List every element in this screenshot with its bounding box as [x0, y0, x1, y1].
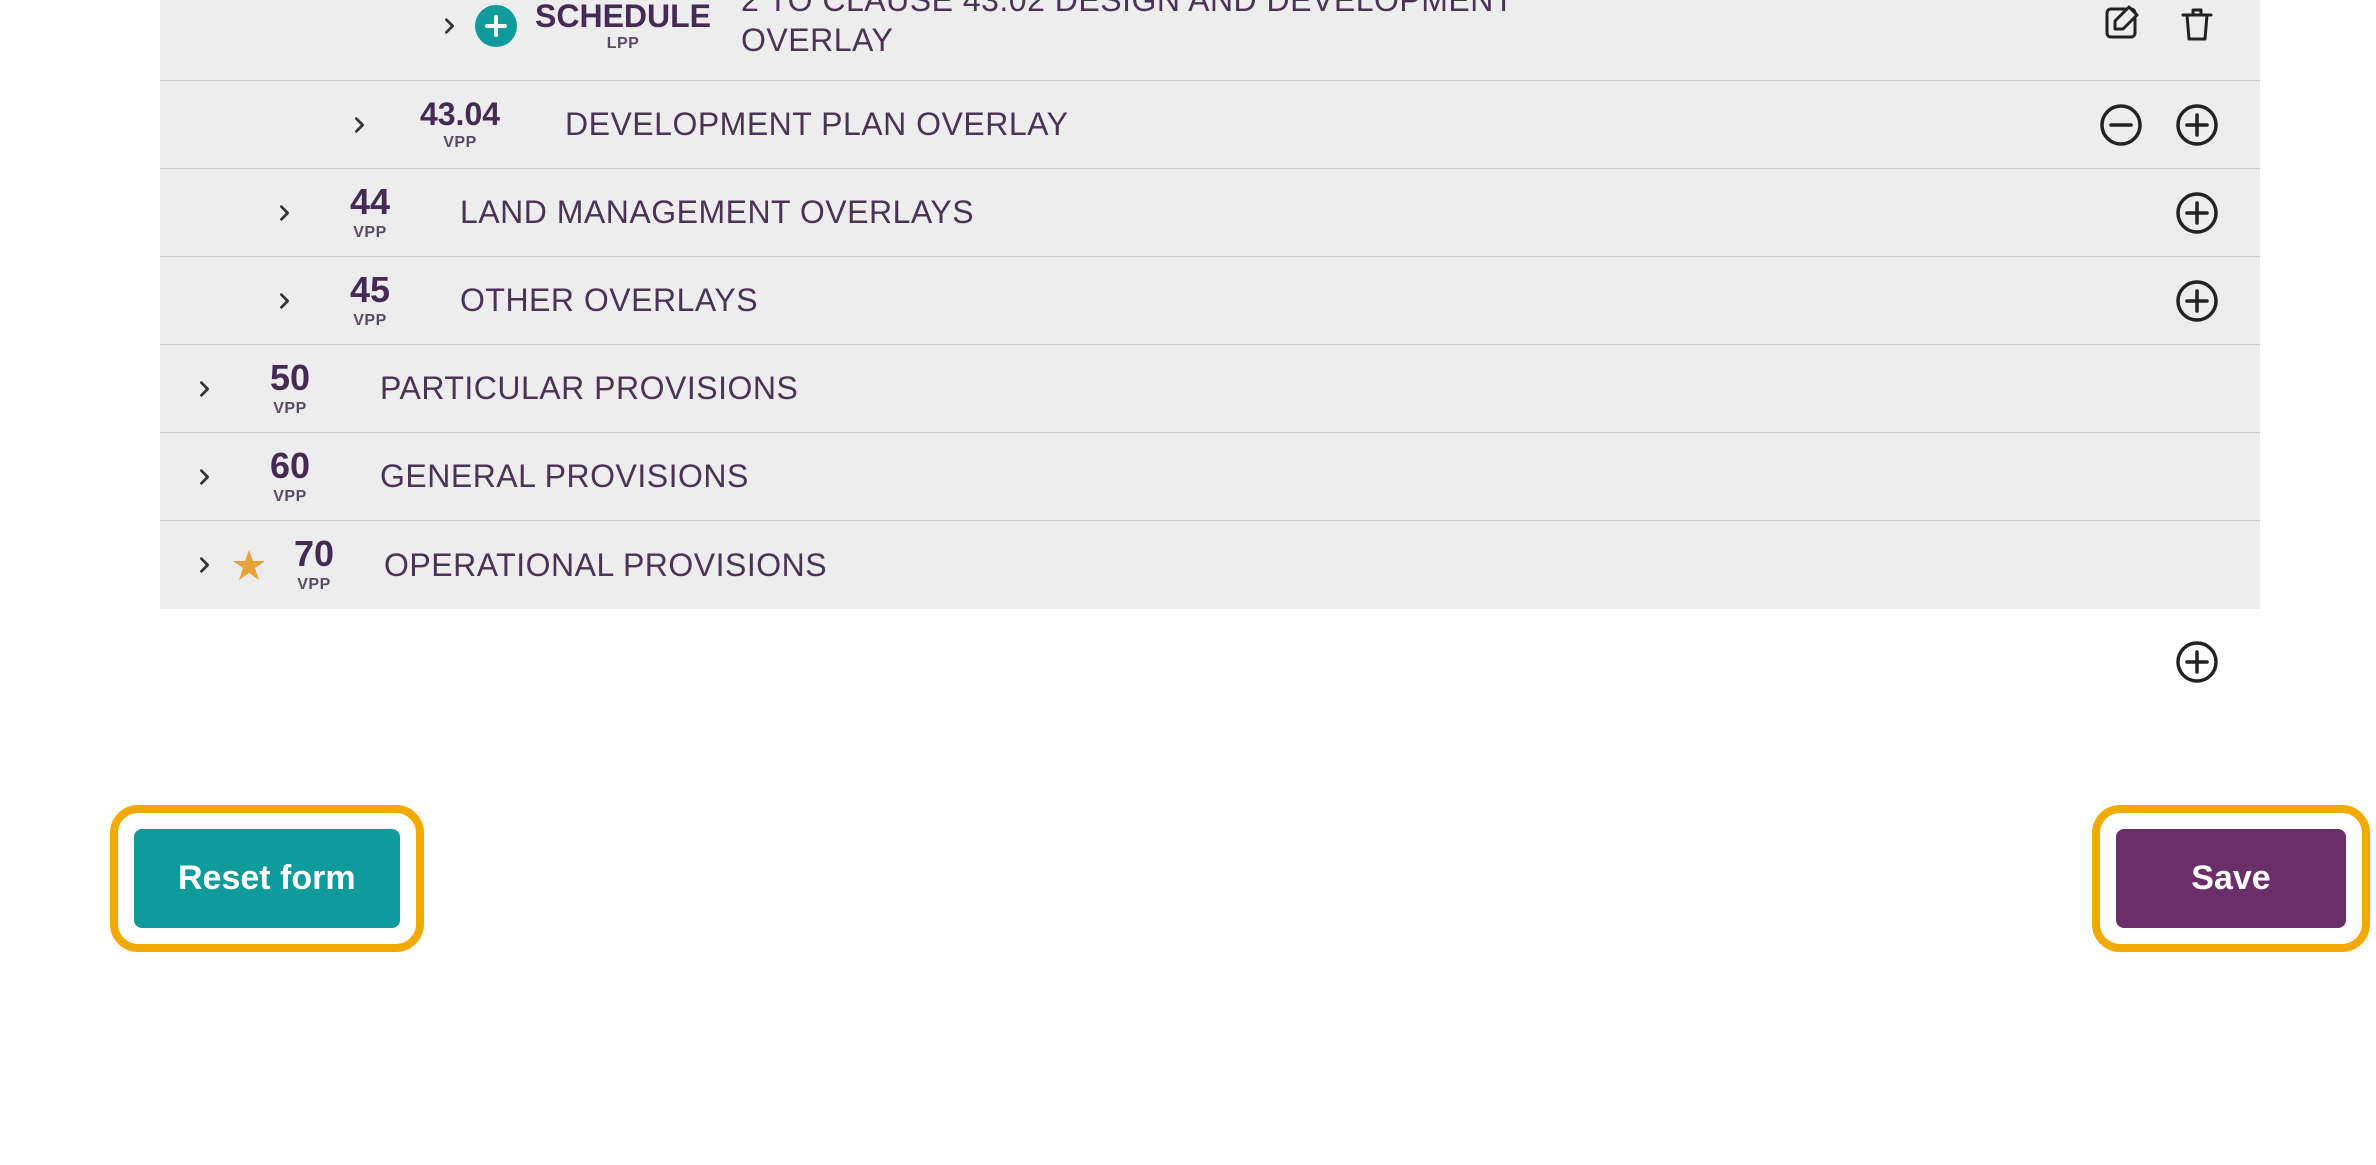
row-title: GENERAL PROVISIONS	[380, 458, 2220, 495]
expand-toggle[interactable]	[435, 11, 465, 41]
reset-form-button[interactable]: Reset form	[134, 829, 400, 928]
delete-icon[interactable]	[2174, 0, 2220, 46]
row-title: PARTICULAR PROVISIONS	[380, 370, 2220, 407]
expand-toggle[interactable]	[190, 374, 220, 404]
form-footer: Reset form Save	[110, 805, 2370, 1012]
expand-toggle[interactable]	[270, 286, 300, 316]
row-schedule-43-02-2: SCHEDULE LPP 2 TO CLAUSE 43.02 DESIGN AN…	[160, 0, 2260, 81]
clause-number: 45 VPP	[310, 272, 430, 330]
add-section-row	[160, 609, 2260, 685]
row-title: DEVELOPMENT PLAN OVERLAY	[565, 106, 2098, 143]
row-title: LAND MANAGEMENT OVERLAYS	[460, 194, 2174, 231]
add-section-icon[interactable]	[2174, 639, 2220, 685]
schedule-label: SCHEDULE LPP	[535, 0, 711, 52]
row-45: 45 VPP OTHER OVERLAYS	[160, 257, 2260, 345]
add-icon[interactable]	[2174, 278, 2220, 324]
expand-toggle[interactable]	[190, 462, 220, 492]
save-highlight: Save	[2092, 805, 2370, 952]
schedule-sub: LPP	[607, 36, 640, 52]
clause-number: 44 VPP	[310, 184, 430, 242]
expand-toggle[interactable]	[270, 198, 300, 228]
add-badge-icon[interactable]	[475, 5, 517, 47]
row-title: 2 TO CLAUSE 43.02 DESIGN AND DEVELOPMENT…	[741, 0, 2098, 60]
row-44: 44 VPP LAND MANAGEMENT OVERLAYS	[160, 169, 2260, 257]
edit-icon[interactable]	[2098, 0, 2144, 46]
row-60: 60 VPP GENERAL PROVISIONS	[160, 433, 2260, 521]
save-button[interactable]: Save	[2116, 829, 2346, 928]
row-43-04: 43.04 VPP DEVELOPMENT PLAN OVERLAY	[160, 81, 2260, 169]
clause-number: 50 VPP	[230, 360, 350, 418]
expand-toggle[interactable]	[345, 110, 375, 140]
remove-icon[interactable]	[2098, 102, 2144, 148]
clause-number: 43.04 VPP	[385, 98, 535, 152]
schedule-text: SCHEDULE	[535, 0, 711, 32]
provisions-panel: SCHEDULE LPP 2 TO CLAUSE 43.02 DESIGN AN…	[160, 0, 2260, 609]
row-title: OPERATIONAL PROVISIONS	[384, 547, 2220, 584]
expand-toggle[interactable]	[190, 550, 220, 580]
star-icon	[230, 546, 268, 584]
row-50: 50 VPP PARTICULAR PROVISIONS	[160, 345, 2260, 433]
clause-number: 60 VPP	[230, 448, 350, 506]
reset-highlight: Reset form	[110, 805, 424, 952]
add-icon[interactable]	[2174, 190, 2220, 236]
row-70: 70 VPP OPERATIONAL PROVISIONS	[160, 521, 2260, 609]
clause-number: 70 VPP	[274, 536, 354, 594]
row-title: OTHER OVERLAYS	[460, 282, 2174, 319]
add-icon[interactable]	[2174, 102, 2220, 148]
